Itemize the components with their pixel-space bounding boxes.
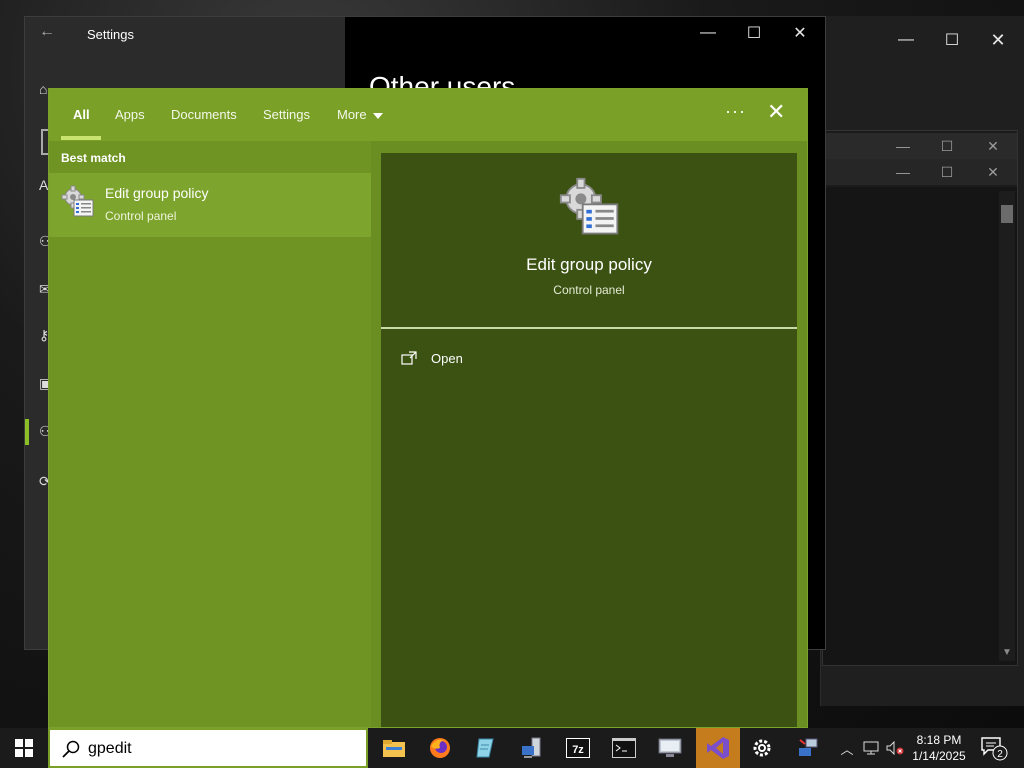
chevron-down-icon[interactable]: ▼	[999, 647, 1015, 661]
taskbar-search-box[interactable]	[48, 728, 368, 768]
maximize-icon[interactable]: ☐	[929, 24, 975, 56]
divider	[381, 327, 797, 329]
7zip-icon[interactable]: 7z	[564, 734, 592, 762]
notepad-icon[interactable]	[472, 734, 500, 762]
search-panel: All Apps Documents Settings More ··· ✕ B…	[48, 88, 808, 728]
close-icon[interactable]: ✕	[973, 159, 1013, 185]
maximize-icon[interactable]: ☐	[927, 159, 967, 185]
minimize-icon[interactable]: —	[883, 159, 923, 185]
clock-date: 1/14/2025	[912, 749, 966, 763]
result-detail-pane: Edit group policy Control panel Open	[381, 153, 797, 727]
more-options-icon[interactable]: ···	[725, 101, 746, 122]
vertical-scrollbar[interactable]: ▼	[999, 191, 1015, 661]
close-icon[interactable]: ✕	[767, 99, 785, 125]
terminal-icon[interactable]	[610, 734, 638, 762]
notification-icon: 2	[981, 737, 1008, 761]
network-icon[interactable]	[518, 734, 546, 762]
tab-settings[interactable]: Settings	[263, 107, 310, 122]
minimize-icon[interactable]: —	[883, 24, 929, 56]
detail-subtitle: Control panel	[553, 283, 625, 297]
taskbar: 7z ︿ 8:18 PM 1/14/2025 2	[0, 728, 1024, 768]
open-icon	[401, 351, 417, 365]
volume-muted-icon[interactable]	[884, 728, 906, 768]
firefox-icon[interactable]	[426, 734, 454, 762]
notification-center-button[interactable]: 2	[978, 734, 1012, 762]
chevron-up-icon[interactable]: ︿	[836, 728, 858, 768]
tab-apps[interactable]: Apps	[115, 107, 145, 122]
open-label: Open	[431, 350, 463, 366]
active-tab-indicator	[61, 136, 101, 140]
search-tabs: All Apps Documents Settings More ··· ✕	[49, 89, 807, 141]
notification-count: 2	[997, 749, 1003, 760]
tab-all[interactable]: All	[73, 107, 90, 122]
tab-documents[interactable]: Documents	[171, 107, 237, 122]
tab-more[interactable]: More	[337, 107, 383, 122]
inner-window: — ☐ ✕ — ☐ ✕ ▼	[822, 130, 1018, 666]
network-status-icon[interactable]	[860, 728, 882, 768]
group-policy-icon	[61, 185, 94, 217]
result-subtitle: Control panel	[105, 209, 177, 223]
inner-window-titlebar: — ☐ ✕	[823, 133, 1017, 159]
inner-window-titlebar-2: — ☐ ✕	[823, 159, 1017, 185]
best-match-result[interactable]: Edit group policy Control panel	[49, 173, 371, 237]
start-button[interactable]	[0, 728, 48, 768]
settings-window-title: Settings	[87, 27, 134, 42]
scrollbar-thumb[interactable]	[1001, 205, 1013, 223]
maximize-icon[interactable]: ☐	[731, 17, 777, 49]
minimize-icon[interactable]: —	[883, 133, 923, 159]
search-icon	[62, 740, 80, 758]
home-icon[interactable]: ⌂	[39, 81, 47, 97]
close-icon[interactable]: ✕	[777, 17, 823, 49]
result-title: Edit group policy	[105, 185, 209, 201]
network-share-icon[interactable]	[794, 734, 822, 762]
search-input[interactable]	[88, 738, 348, 760]
file-explorer-icon[interactable]	[380, 734, 408, 762]
chevron-down-icon	[372, 112, 383, 119]
open-action[interactable]: Open	[401, 347, 463, 369]
remote-desktop-icon[interactable]	[656, 734, 684, 762]
visual-studio-icon[interactable]	[704, 734, 732, 762]
detail-title: Edit group policy	[526, 255, 652, 274]
tab-more-label: More	[337, 107, 367, 122]
maximize-icon[interactable]: ☐	[927, 133, 967, 159]
close-icon[interactable]: ✕	[973, 133, 1013, 159]
section-letter: A	[39, 177, 49, 193]
svg-text:7z: 7z	[572, 744, 584, 756]
results-list: Best match Edit group policy Control pan…	[49, 141, 371, 727]
selected-indicator	[25, 419, 29, 445]
close-icon[interactable]: ✕	[975, 24, 1021, 56]
settings-gear-icon[interactable]	[748, 734, 776, 762]
windows-logo-icon	[15, 739, 33, 757]
best-match-label: Best match	[61, 151, 126, 165]
inner-window-content	[823, 187, 1017, 665]
minimize-icon[interactable]: —	[685, 17, 731, 49]
group-policy-icon	[559, 177, 619, 235]
system-clock[interactable]: 8:18 PM 1/14/2025	[908, 732, 970, 764]
back-arrow-icon[interactable]: ←	[39, 23, 55, 41]
clock-time: 8:18 PM	[916, 733, 962, 747]
